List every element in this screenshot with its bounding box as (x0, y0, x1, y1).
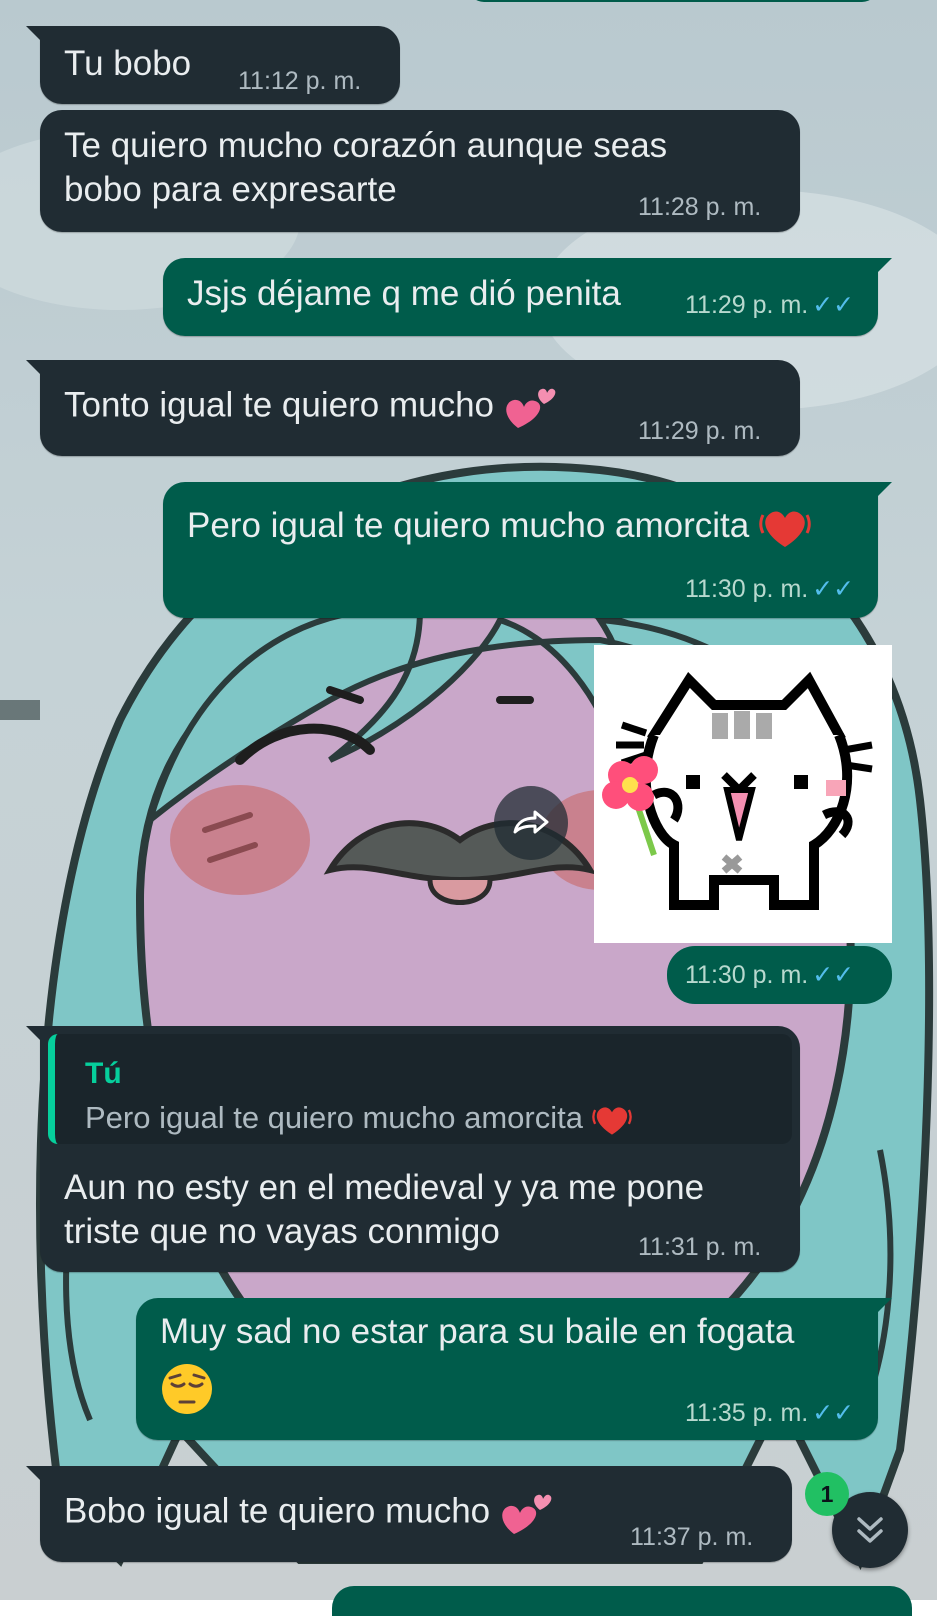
message-time: 11:35 p. m. ✓✓ (685, 1398, 854, 1428)
message-text: Tu bobo (64, 44, 192, 83)
outgoing-message[interactable]: Pero igual te quiero mucho amorcita 11:3… (163, 482, 892, 618)
read-receipt-icon: ✓✓ (812, 1399, 855, 1427)
message-text-line-2: bobo para expresarte (64, 170, 397, 209)
forward-button[interactable] (494, 786, 568, 860)
message-time: 11:29 p. m. (638, 417, 762, 445)
message-text: Pero igual te quiero mucho amorcita (187, 504, 811, 551)
message-time: 11:30 p. m. ✓✓ (685, 574, 854, 604)
message-text: Bobo igual te quiero mucho (64, 1488, 554, 1538)
message-text-content: Pero igual te quiero mucho amorcita (187, 506, 750, 545)
beating-heart-icon (591, 1107, 632, 1135)
pensive-face-icon (162, 1364, 212, 1414)
quoted-text: Pero igual te quiero mucho amorcita (85, 1096, 632, 1140)
read-receipt-icon: ✓✓ (812, 575, 855, 603)
message-text: Tonto igual te quiero mucho (64, 382, 558, 432)
message-time: 11:31 p. m. (638, 1233, 762, 1261)
sticker-time-pill: 11:30 p. m. ✓✓ (667, 946, 892, 1004)
message-text-line-2: triste que no vayas conmigo (64, 1212, 500, 1251)
partial-outgoing-bubble-bottom[interactable] (332, 1586, 912, 1616)
read-receipt-icon: ✓✓ (812, 291, 855, 319)
forward-icon (513, 810, 549, 834)
message-text: Muy sad no estar para su baile en fogata (160, 1312, 795, 1351)
message-time-text: 11:30 p. m. (685, 575, 809, 603)
message-time-text: 11:35 p. m. (685, 1399, 809, 1427)
unread-count-badge: 1 (805, 1472, 849, 1516)
message-text-content: Bobo igual te quiero mucho (64, 1491, 491, 1531)
outgoing-message[interactable]: Jsjs déjame q me dió penita 11:29 p. m. ✓… (163, 258, 892, 336)
quoted-text-content: Pero igual te quiero mucho amorcita (85, 1100, 583, 1135)
beating-heart-icon (759, 511, 811, 547)
double-chevron-down-icon (857, 1517, 883, 1543)
message-time: 11:12 p. m. (238, 67, 362, 95)
cat-sticker-image (602, 671, 873, 910)
message-time-text: 11:30 p. m. (685, 961, 809, 989)
message-time: 11:29 p. m. ✓✓ (685, 290, 854, 320)
sticker-white-cat-holding-flower[interactable] (594, 645, 892, 943)
read-receipt-icon: ✓✓ (812, 961, 855, 989)
message-text-line-1: Aun no esty en el medieval y ya me pone (64, 1168, 705, 1207)
message-text-content: Tonto igual te quiero mucho (64, 385, 494, 425)
message-time: 11:30 p. m. ✓✓ (685, 960, 854, 990)
incoming-reply-message[interactable]: Tú Pero igual te quiero mucho amorcita A… (26, 1026, 800, 1272)
incoming-message[interactable]: Te quiero mucho corazón aunque seas bobo… (40, 110, 800, 232)
two-hearts-icon (502, 1494, 552, 1534)
message-time: 11:37 p. m. (630, 1523, 754, 1551)
partial-outgoing-bubble-top[interactable] (468, 0, 878, 2)
message-time-text: 11:29 p. m. (685, 291, 809, 319)
chat-thread[interactable]: Tu bobo 11:12 p. m. Te quiero mucho cora… (0, 0, 937, 1616)
message-time: 11:28 p. m. (638, 193, 762, 221)
outgoing-message[interactable]: Muy sad no estar para su baile en fogata… (136, 1298, 892, 1440)
message-text: Jsjs déjame q me dió penita (187, 274, 621, 313)
incoming-message[interactable]: Tu bobo 11:12 p. m. (26, 26, 400, 104)
quoted-message[interactable]: Tú Pero igual te quiero mucho amorcita (48, 1034, 792, 1144)
two-hearts-icon (505, 388, 556, 428)
message-text-line-1: Te quiero mucho corazón aunque seas (64, 126, 668, 165)
incoming-message[interactable]: Bobo igual te quiero mucho 11:37 p. m. (26, 1466, 792, 1562)
quoted-author: Tú (85, 1057, 122, 1090)
incoming-message[interactable]: Tonto igual te quiero mucho 11:29 p. m. (26, 360, 800, 456)
